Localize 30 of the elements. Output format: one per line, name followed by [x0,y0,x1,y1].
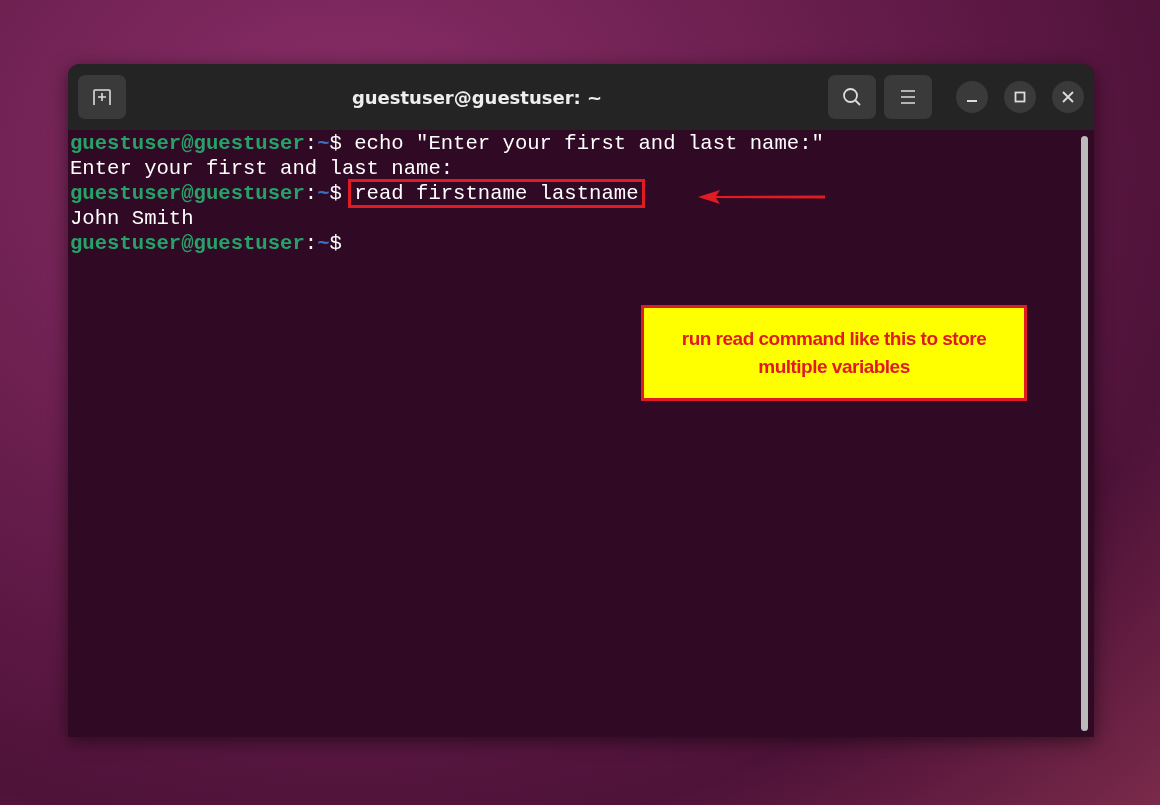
command-text: read firstname lastname [348,179,645,208]
prompt-user: guestuser@guestuser [70,182,305,205]
menu-button[interactable] [884,75,932,119]
search-button[interactable] [828,75,876,119]
menu-icon [900,90,916,104]
callout-note: run read command like this to store multiple variables [641,305,1027,401]
close-icon [1062,91,1074,103]
command-text: echo "Enter your first and last name:" [353,131,825,157]
prompt-user: guestuser@guestuser [70,232,305,255]
minimize-icon [967,100,977,102]
scrollbar[interactable] [1081,136,1088,731]
prompt-symbol: $ [329,182,342,205]
prompt-separator: : [304,182,318,205]
prompt-symbol: $ [329,132,342,155]
search-icon [842,87,862,107]
maximize-button[interactable] [1004,81,1036,113]
new-tab-icon [92,88,112,106]
maximize-icon [1014,91,1026,103]
new-tab-button[interactable] [78,75,126,119]
output-text: Enter your first and last name: [70,157,454,180]
window-title: guestuser@guestuser: ~ [350,85,604,110]
prompt-path: ~ [317,132,330,155]
prompt-path: ~ [317,182,330,205]
output-text: John Smith [70,207,194,230]
prompt-user: guestuser@guestuser [70,132,305,155]
prompt-symbol: $ [329,232,342,255]
prompt-separator: : [304,132,318,155]
close-button[interactable] [1052,81,1084,113]
prompt-separator: : [304,232,318,255]
prompt-path: ~ [317,232,330,255]
